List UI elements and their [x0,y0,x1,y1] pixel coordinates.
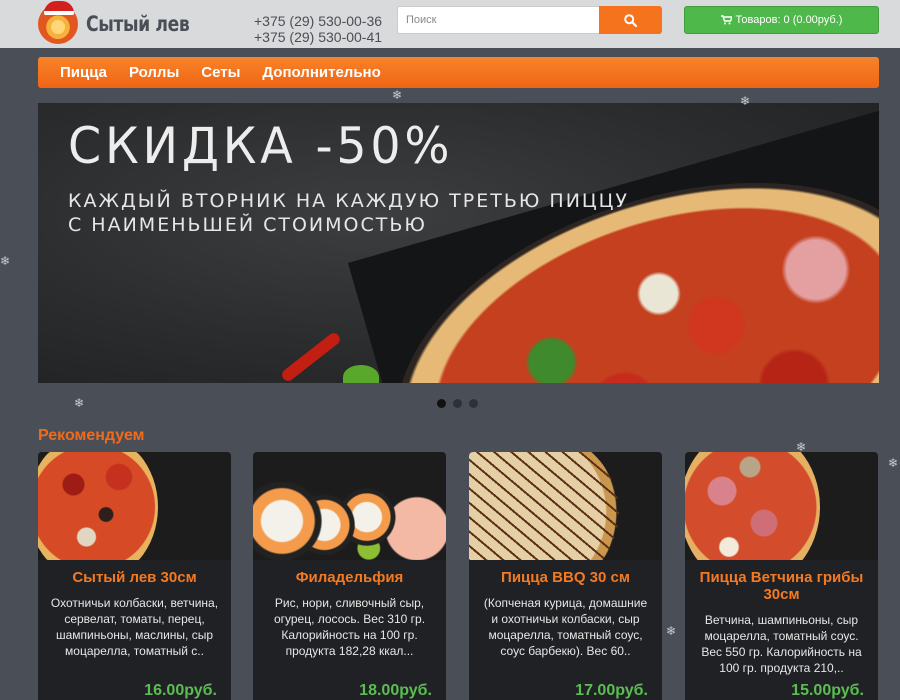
product-name[interactable]: Сытый лев 30см [38,569,231,586]
carousel-dot-2[interactable] [453,399,462,408]
product-card[interactable]: Пицца Ветчина грибы 30см Ветчина, шампин… [685,452,878,700]
product-name[interactable]: Филадельфия [253,569,446,586]
product-name[interactable]: Пицца Ветчина грибы 30см [685,569,878,603]
header-bar: Сытый лев +375 (29) 530-00-36 +375 (29) … [0,0,900,48]
product-price: 16.00руб. [144,682,217,699]
recommend-title: Рекомендуем [38,427,145,444]
carousel-dots [437,399,478,408]
product-card[interactable]: Пицца BBQ 30 см (Копченая курица, домашн… [469,452,662,700]
promo-banner[interactable]: СКИДКА -50% Каждый вторник на каждую тре… [38,103,879,383]
nav-item-extra[interactable]: Дополнительно [262,64,380,81]
product-image[interactable] [38,452,231,560]
phone-1[interactable]: +375 (29) 530-00-36 [254,13,382,29]
phone-2[interactable]: +375 (29) 530-00-41 [254,29,382,45]
product-image[interactable] [685,452,878,560]
product-image[interactable] [253,452,446,560]
cart-button[interactable]: Товаров: 0 (0.00руб.) [684,6,879,34]
search-icon [624,13,637,27]
snowflake-icon: ❄ [888,456,899,470]
banner-subtitle-line-1: Каждый вторник на каждую третью пиццу [68,190,629,212]
product-card[interactable]: Филадельфия Рис, нори, сливочный сыр, ог… [253,452,446,700]
banner-subtitle-line-2: с наименьшей стоимостью [68,214,427,236]
product-name[interactable]: Пицца BBQ 30 см [469,569,662,586]
lion-logo-icon [38,1,78,44]
product-card[interactable]: Сытый лев 30см Охотничьи колбаски, ветчи… [38,452,231,700]
snowflake-icon: ❄ [392,88,403,102]
banner-pepper-image [279,330,343,383]
product-description: Ветчина, шампиньоны, сыр моцарелла, тома… [701,613,862,675]
product-description: (Копченая курица, домашние и охотничьи к… [483,596,648,658]
cart-label: Товаров: 0 (0.00руб.) [735,14,843,26]
search-input[interactable] [397,6,599,34]
nav-item-pizza[interactable]: Пицца [60,64,107,81]
snowflake-icon: ❄ [740,94,751,108]
phone-numbers: +375 (29) 530-00-36 +375 (29) 530-00-41 [254,13,382,45]
search-form [397,6,662,34]
product-description: Рис, нори, сливочный сыр, огурец, лосось… [273,596,426,658]
banner-title: СКИДКА -50% [68,117,454,175]
product-price: 17.00руб. [575,682,648,699]
product-image[interactable] [469,452,662,560]
carousel-dot-1[interactable] [437,399,446,408]
snowflake-icon: ❄ [666,624,677,638]
snowflake-icon: ❄ [74,396,85,410]
cart-icon [720,15,732,25]
carousel-dot-3[interactable] [469,399,478,408]
product-price: 15.00руб. [791,682,864,699]
main-nav: Пицца Роллы Сеты Дополнительно [38,57,879,88]
nav-item-rolls[interactable]: Роллы [129,64,179,81]
logo[interactable]: Сытый лев [38,1,212,44]
product-price: 18.00руб. [359,682,432,699]
nav-item-sets[interactable]: Сеты [201,64,240,81]
search-button[interactable] [599,6,662,34]
banner-lime-image [343,365,379,383]
product-description: Охотничьи колбаски, ветчина, сервелат, т… [50,596,219,658]
logo-text: Сытый лев [86,12,190,36]
snowflake-icon: ❄ [0,254,11,268]
banner-subtitle: Каждый вторник на каждую третью пиццу с … [68,189,629,237]
